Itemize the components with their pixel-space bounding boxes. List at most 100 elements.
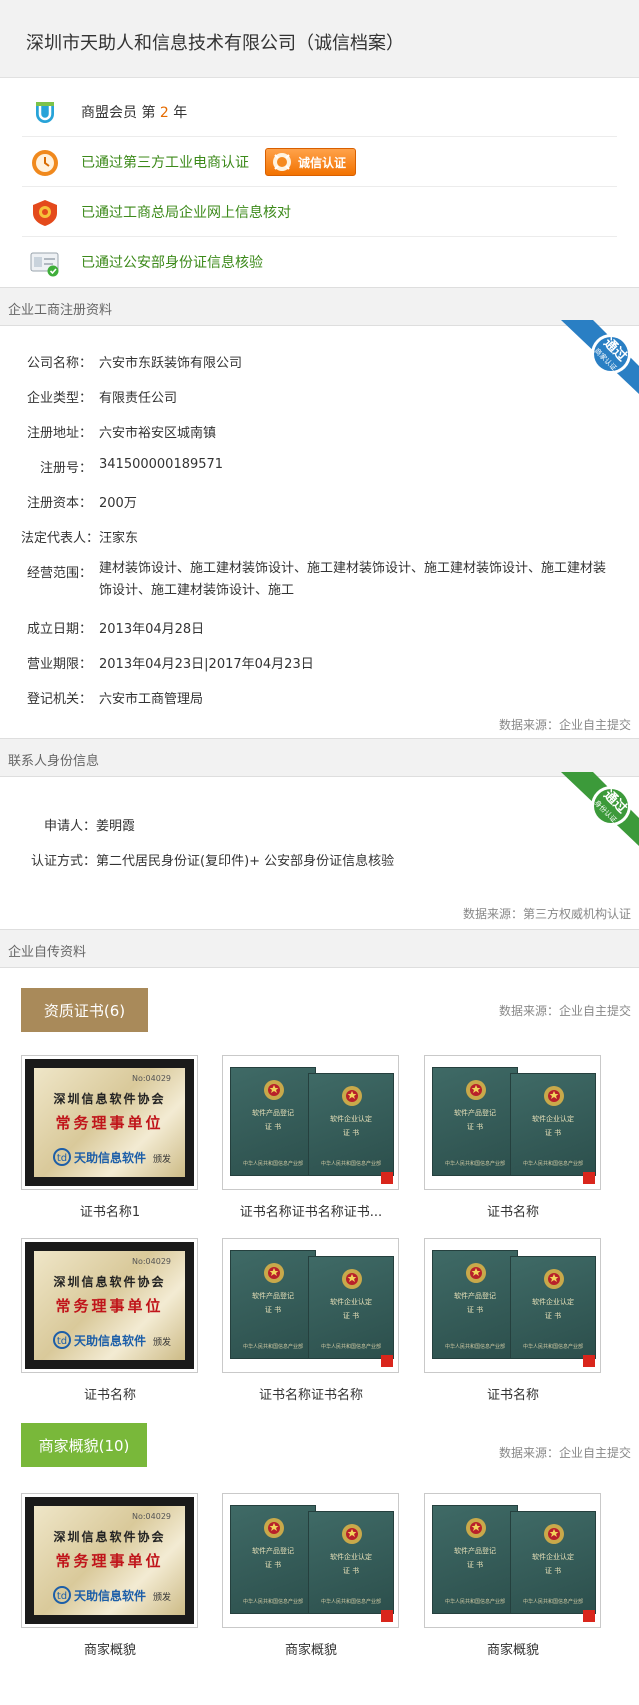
svg-text:td: td: [57, 1153, 67, 1164]
emblem-icon: [466, 1518, 486, 1538]
emblem-icon: [544, 1086, 564, 1106]
page-title: 深圳市天助人和信息技术有限公司（诚信档案）: [26, 33, 404, 54]
reg-value-term: 2013年04月23日|2017年04月23日: [99, 657, 314, 672]
book-cert: 证 书: [544, 1129, 562, 1137]
certificate-thumbnail-plaque[interactable]: No:04029 深圳信息软件协会 常务理事单位 td 天助信息软件 颁发: [21, 1238, 198, 1373]
reg-value-scope: 建材装饰设计、施工建材装饰设计、施工建材装饰设计、施工建材装饰设计、施工建材装饰…: [99, 561, 607, 598]
tab-certificates[interactable]: 资质证书(6): [21, 988, 148, 1032]
book-cert: 证 书: [466, 1123, 484, 1131]
thumbnail-caption[interactable]: 商家概貌: [10, 1639, 210, 1658]
verify-row-id: 已通过公安部身份证信息核验: [22, 237, 617, 287]
certificate-thumbnail-book[interactable]: 软件产品登记证 书中华人民共和国信息产业部 软件企业认定证 书中华人民共和国信息产…: [222, 1238, 399, 1373]
plaque-number: No:04029: [131, 1512, 171, 1521]
emblem-icon: [264, 1080, 284, 1100]
emblem-icon: [264, 1263, 284, 1283]
emblem-icon: [466, 1263, 486, 1283]
reg-value-company: 六安市东跃装饰有限公司: [99, 356, 243, 371]
book-title: 软件企业认定: [330, 1298, 372, 1306]
plaque-logo-icon: td 天助信息软件: [53, 1331, 146, 1349]
reg-value-legal-rep: 汪家东: [99, 531, 139, 546]
emblem-icon: [544, 1524, 564, 1544]
plaque-line1: 深圳信息软件协会: [53, 1092, 166, 1106]
plaque-line1: 深圳信息软件协会: [53, 1530, 166, 1544]
svg-text:td: td: [57, 1336, 67, 1347]
plaque-line1: 深圳信息软件协会: [53, 1275, 166, 1289]
emblem-icon: [544, 1269, 564, 1289]
reg-value-authority: 六安市工商管理局: [99, 692, 204, 707]
tab-merchant-overview[interactable]: 商家概貌(10): [21, 1423, 147, 1467]
book-title: 软件产品登记: [252, 1292, 294, 1300]
verification-list: 商盟会员 第 2 年 已通过第三方工业电商认证 诚信认证 已通过工商总局企业网上…: [22, 87, 617, 287]
thumbnail-caption[interactable]: 证书名称1: [10, 1201, 210, 1220]
gallery-source: 数据来源：企业自主提交: [498, 1446, 631, 1460]
thumbnail-caption[interactable]: 证书名称: [413, 1201, 613, 1220]
book-title: 软件企业认定: [532, 1115, 574, 1123]
book-title: 软件产品登记: [252, 1547, 294, 1555]
verify-row-business: 已通过工商总局企业网上信息核对: [22, 187, 617, 237]
thumbnail-caption[interactable]: 证书名称证书名称: [211, 1384, 411, 1403]
reg-value-type: 有限责任公司: [99, 391, 178, 406]
contact-value-applicant: 姜明霞: [96, 819, 136, 834]
book-issuer: 中华人民共和国信息产业部: [320, 1344, 381, 1350]
thumbnail-caption[interactable]: 商家概貌: [211, 1639, 411, 1658]
certificate-thumbnail-book[interactable]: 软件产品登记证 书中华人民共和国信息产业部 软件企业认定证 书中华人民共和国信息产…: [424, 1493, 601, 1628]
emblem-icon: [264, 1518, 284, 1538]
book-cert: 证 书: [544, 1312, 562, 1320]
book-issuer: 中华人民共和国信息产业部: [444, 1599, 505, 1605]
book-issuer: 中华人民共和国信息产业部: [320, 1161, 381, 1167]
reg-value-address: 六安市裕安区城南镇: [99, 426, 217, 441]
red-seal-icon: [33, 200, 57, 226]
certificate-thumbnail-plaque[interactable]: No:04029 深圳信息软件协会 常务理事单位 td 天助信息软件 颁发: [21, 1493, 198, 1628]
plaque-line2: 常务理事单位: [55, 1552, 164, 1570]
certificate-thumbnail-book[interactable]: 软件产品登记证 书中华人民共和国信息产业部 软件企业认定证 书中华人民共和国信息产…: [222, 1493, 399, 1628]
book-cert: 证 书: [264, 1561, 282, 1569]
book-title: 软件产品登记: [454, 1547, 496, 1555]
member-shield-icon: [36, 102, 54, 123]
business-verified-text: 已通过工商总局企业网上信息核对: [81, 205, 291, 221]
plaque-line2: 常务理事单位: [55, 1114, 164, 1132]
certificate-book: 软件产品登记证 书中华人民共和国信息产业部: [432, 1067, 518, 1176]
book-title: 软件企业认定: [532, 1553, 574, 1561]
emblem-icon: [342, 1269, 362, 1289]
plaque-line2: 常务理事单位: [55, 1297, 164, 1315]
book-issuer: 中华人民共和国信息产业部: [444, 1161, 505, 1167]
thumbnail-caption[interactable]: 证书名称: [10, 1384, 210, 1403]
id-verified-text: 已通过公安部身份证信息核验: [81, 255, 263, 271]
certificate-book: 软件企业认定证 书中华人民共和国信息产业部: [510, 1511, 596, 1614]
certificate-thumbnail-book[interactable]: 软件产品登记证 书中华人民共和国信息产业部 软件企业认定证 书中华人民共和国信息产…: [222, 1055, 399, 1190]
business-verified-ribbon: 通过 商家认证: [561, 320, 639, 394]
certs-source: 数据来源：企业自主提交: [498, 1004, 631, 1018]
registration-section-bar: 企业工商注册资料: [0, 287, 639, 326]
svg-text:td: td: [57, 1591, 67, 1602]
book-title: 软件企业认定: [532, 1298, 574, 1306]
plaque-issued: 颁发: [152, 1155, 171, 1165]
reg-value-founded: 2013年04月28日: [99, 622, 205, 637]
book-cert: 证 书: [264, 1123, 282, 1131]
thumbnail-caption[interactable]: 商家概貌: [413, 1639, 613, 1658]
reg-value-regno: 341500000189571: [99, 457, 224, 472]
certificate-book: 软件产品登记证 书中华人民共和国信息产业部: [432, 1505, 518, 1614]
certificate-book: 软件产品登记证 书中华人民共和国信息产业部: [230, 1505, 316, 1614]
plaque-logo-icon: td 天助信息软件: [53, 1148, 146, 1166]
corner-mark-icon: [583, 1355, 595, 1367]
book-issuer: 中华人民共和国信息产业部: [522, 1161, 583, 1167]
certificate-thumbnail-book[interactable]: 软件产品登记证 书中华人民共和国信息产业部 软件企业认定证 书中华人民共和国信息产…: [424, 1055, 601, 1190]
gear-badge-icon: [273, 153, 291, 171]
book-cert: 证 书: [466, 1306, 484, 1314]
emblem-icon: [342, 1524, 362, 1544]
book-issuer: 中华人民共和国信息产业部: [320, 1599, 381, 1605]
thumbnail-caption[interactable]: 证书名称证书名称证书...: [211, 1201, 411, 1220]
plaque-issued: 颁发: [152, 1593, 171, 1603]
plaque-issued: 颁发: [152, 1338, 171, 1348]
book-issuer: 中华人民共和国信息产业部: [444, 1344, 505, 1350]
contact-value-method: 第二代居民身份证(复印件)+ 公安部身份证信息核验: [96, 854, 395, 869]
corner-mark-icon: [381, 1355, 393, 1367]
thumbnail-caption[interactable]: 证书名称: [413, 1384, 613, 1403]
certificate-thumbnail-book[interactable]: 软件产品登记证 书中华人民共和国信息产业部 软件企业认定证 书中华人民共和国信息产…: [424, 1238, 601, 1373]
third-party-verified-text: 已通过第三方工业电商认证: [81, 155, 249, 171]
contact-source: 数据来源：第三方权威机构认证: [462, 907, 631, 921]
certificate-thumbnail-plaque[interactable]: No:04029 深圳信息软件协会 常务理事单位 td 天助信息软件 颁发: [21, 1055, 198, 1190]
contact-section-title: 联系人身份信息: [8, 754, 100, 769]
book-title: 软件产品登记: [454, 1292, 496, 1300]
integrity-badge[interactable]: 诚信认证: [265, 148, 356, 176]
